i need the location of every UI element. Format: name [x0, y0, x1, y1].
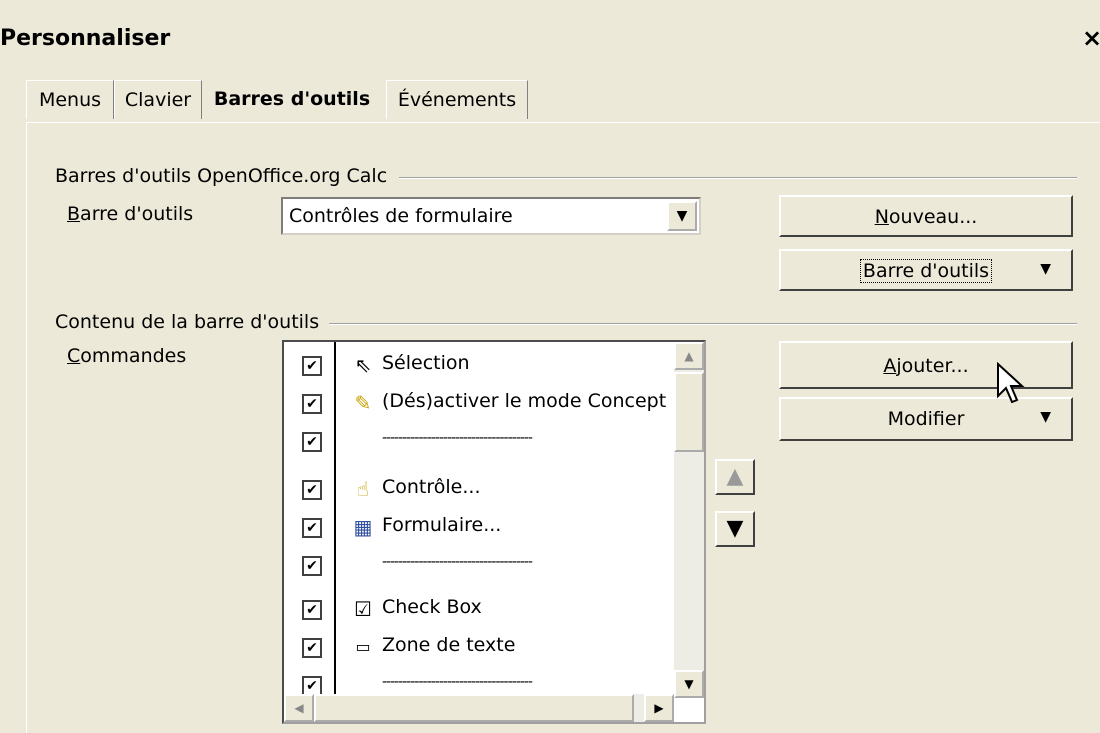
- add-button[interactable]: Ajouter...: [779, 341, 1073, 389]
- list-item[interactable]: ✔ ☑ Check Box: [284, 592, 684, 628]
- item-checkbox[interactable]: ✔: [302, 518, 322, 538]
- toolbar-menu-label: Barre d'outils: [859, 259, 993, 283]
- form-icon: ▦: [353, 515, 373, 539]
- item-checkbox[interactable]: ✔: [302, 432, 322, 452]
- group-divider: [329, 323, 1077, 325]
- item-checkbox[interactable]: ✔: [302, 356, 322, 376]
- arrow-down-icon: ▼: [726, 516, 744, 541]
- arrow-up-icon: ▲: [726, 464, 744, 489]
- item-checkbox[interactable]: ✔: [302, 638, 322, 658]
- item-checkbox[interactable]: ✔: [302, 676, 322, 696]
- move-up-button[interactable]: ▲: [715, 459, 755, 495]
- commands-list[interactable]: ✔ ⇖ Sélection ✔ ✎ (Dés)activer le mode C…: [282, 340, 706, 724]
- toolbar-select[interactable]: Contrôles de formulaire ▼: [281, 197, 701, 235]
- toolbar-select-value: Contrôles de formulaire: [289, 205, 513, 227]
- vertical-scrollbar[interactable]: ▲ ▼: [674, 342, 704, 698]
- text-box-icon: ▭: [355, 637, 371, 656]
- new-button[interactable]: Nouveau...: [779, 195, 1073, 237]
- list-item-separator[interactable]: ✔ -------------------------------------: [284, 548, 684, 584]
- list-item[interactable]: ✔ ▦ Formulaire...: [284, 510, 684, 546]
- chevron-down-icon: ▼: [1040, 261, 1051, 277]
- commands-label: Commandes: [67, 345, 187, 367]
- dialog-titlebar: Personnaliser ×: [0, 0, 1100, 80]
- list-item[interactable]: ✔ ▭ Zone de texte: [284, 630, 684, 666]
- list-item[interactable]: ✔ ☝ Contrôle...: [284, 472, 684, 508]
- scroll-up-button[interactable]: ▲: [674, 342, 704, 370]
- list-item[interactable]: ✔ ⇖ Sélection: [284, 348, 684, 384]
- close-button[interactable]: ×: [1082, 24, 1100, 52]
- dialog-title: Personnaliser: [0, 26, 171, 51]
- scroll-thumb[interactable]: [674, 372, 704, 452]
- toolbar-field-label: Barre d'outils: [67, 203, 194, 225]
- mouse-cursor-icon: [997, 362, 1025, 404]
- chevron-down-icon[interactable]: ▼: [667, 201, 697, 231]
- item-checkbox[interactable]: ✔: [302, 480, 322, 500]
- control-icon: ☝: [356, 477, 370, 501]
- item-checkbox[interactable]: ✔: [302, 600, 322, 620]
- scroll-thumb[interactable]: [314, 694, 634, 722]
- move-down-button[interactable]: ▼: [715, 511, 755, 547]
- selection-arrow-icon: ⇖: [354, 353, 372, 377]
- toolbar-menu-button[interactable]: Barre d'outils ▼: [779, 249, 1073, 291]
- design-mode-icon: ✎: [354, 391, 372, 415]
- modify-button[interactable]: Modifier ▼: [779, 397, 1073, 441]
- horizontal-scrollbar[interactable]: ◀ ▶: [284, 694, 674, 722]
- item-checkbox[interactable]: ✔: [302, 394, 322, 414]
- chevron-down-icon: ▼: [1040, 409, 1051, 425]
- tab-evenements[interactable]: Événements: [386, 80, 528, 119]
- list-item[interactable]: ✔ ✎ (Dés)activer le mode Concept: [284, 386, 684, 422]
- tab-barres-outils[interactable]: Barres d'outils: [202, 80, 382, 122]
- item-checkbox[interactable]: ✔: [302, 556, 322, 576]
- checkbox-control-icon: ☑: [354, 597, 372, 621]
- scroll-right-button[interactable]: ▶: [644, 694, 674, 722]
- scroll-left-button[interactable]: ◀: [284, 694, 314, 722]
- list-item-separator[interactable]: ✔ -------------------------------------: [284, 424, 684, 460]
- tab-clavier[interactable]: Clavier: [114, 80, 202, 119]
- content-group-title: Contenu de la barre d'outils: [55, 311, 320, 333]
- scroll-down-button[interactable]: ▼: [674, 670, 704, 698]
- group-divider: [399, 177, 1077, 179]
- tab-menus[interactable]: Menus: [26, 80, 114, 119]
- toolbars-group-title: Barres d'outils OpenOffice.org Calc: [55, 165, 388, 187]
